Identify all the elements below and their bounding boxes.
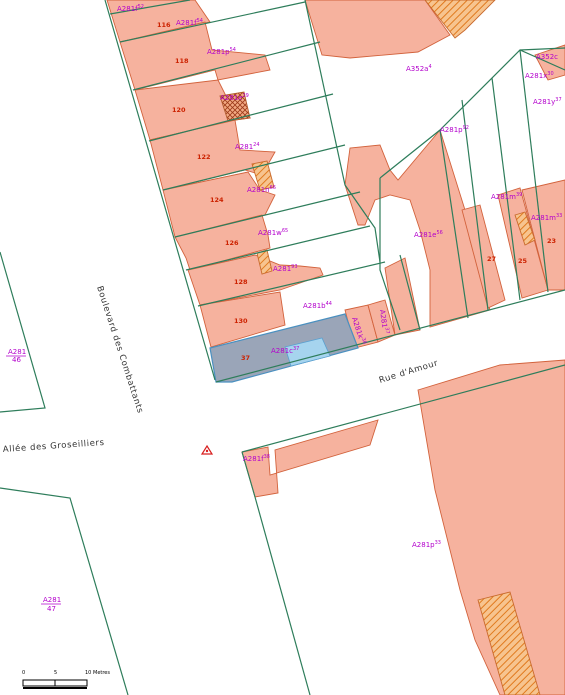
section-label-bottom: 47 xyxy=(47,605,56,613)
street-boulevard: Boulevard des Combattants xyxy=(94,285,145,415)
house-number-116: 116 xyxy=(157,21,171,29)
parcel-label: A281p33 xyxy=(412,540,441,549)
scale-unit: Metres xyxy=(93,670,110,676)
parcel-label: A281y37 xyxy=(533,97,562,106)
house-number-120: 120 xyxy=(172,106,186,114)
section-label-top: A281 xyxy=(43,596,61,604)
building-top xyxy=(304,0,451,59)
scale-bar-segment xyxy=(54,679,88,687)
house-number-128: 128 xyxy=(234,278,248,286)
house-number-124: 124 xyxy=(210,196,224,204)
parcel-label: A281w65 xyxy=(258,228,288,237)
house-number-37: 37 xyxy=(241,354,250,362)
parcel-label: A352a4 xyxy=(406,64,432,73)
scale-tick-0: 0 xyxy=(22,670,25,676)
house-number-118: 118 xyxy=(175,57,189,65)
scale-bar: 0 5 10 Metres xyxy=(22,670,110,689)
section-label-top: A281 xyxy=(8,348,26,356)
point-marker-icon[interactable] xyxy=(200,444,214,455)
cadastral-map: Boulevard des Combattants Rue d'Amour Al… xyxy=(0,0,565,695)
parcel-label: A281b44 xyxy=(303,301,332,310)
street-rue-amour: Rue d'Amour xyxy=(378,358,440,386)
house-number-126: 126 xyxy=(225,239,239,247)
section-label-bottom: 46 xyxy=(12,356,21,364)
parcel-label: A281n66 xyxy=(247,185,276,194)
house-number-130: 130 xyxy=(234,317,248,325)
street-allee: Allée des Groseilliers xyxy=(2,437,105,455)
scale-tick-10: 10 xyxy=(85,670,91,676)
parcel-label: A28124 xyxy=(235,142,260,151)
section-labels: A281 46 A281 47 xyxy=(6,348,61,613)
parcel-label: A352c xyxy=(536,53,558,61)
scale-tick-5: 5 xyxy=(54,670,57,676)
house-number-25: 25 xyxy=(518,257,528,265)
scale-bar-segment xyxy=(22,679,56,687)
house-number-122: 122 xyxy=(197,153,211,161)
house-number-23: 23 xyxy=(547,237,556,245)
house-number-27: 27 xyxy=(487,255,496,263)
parcel-label: A281p92 xyxy=(440,125,469,134)
